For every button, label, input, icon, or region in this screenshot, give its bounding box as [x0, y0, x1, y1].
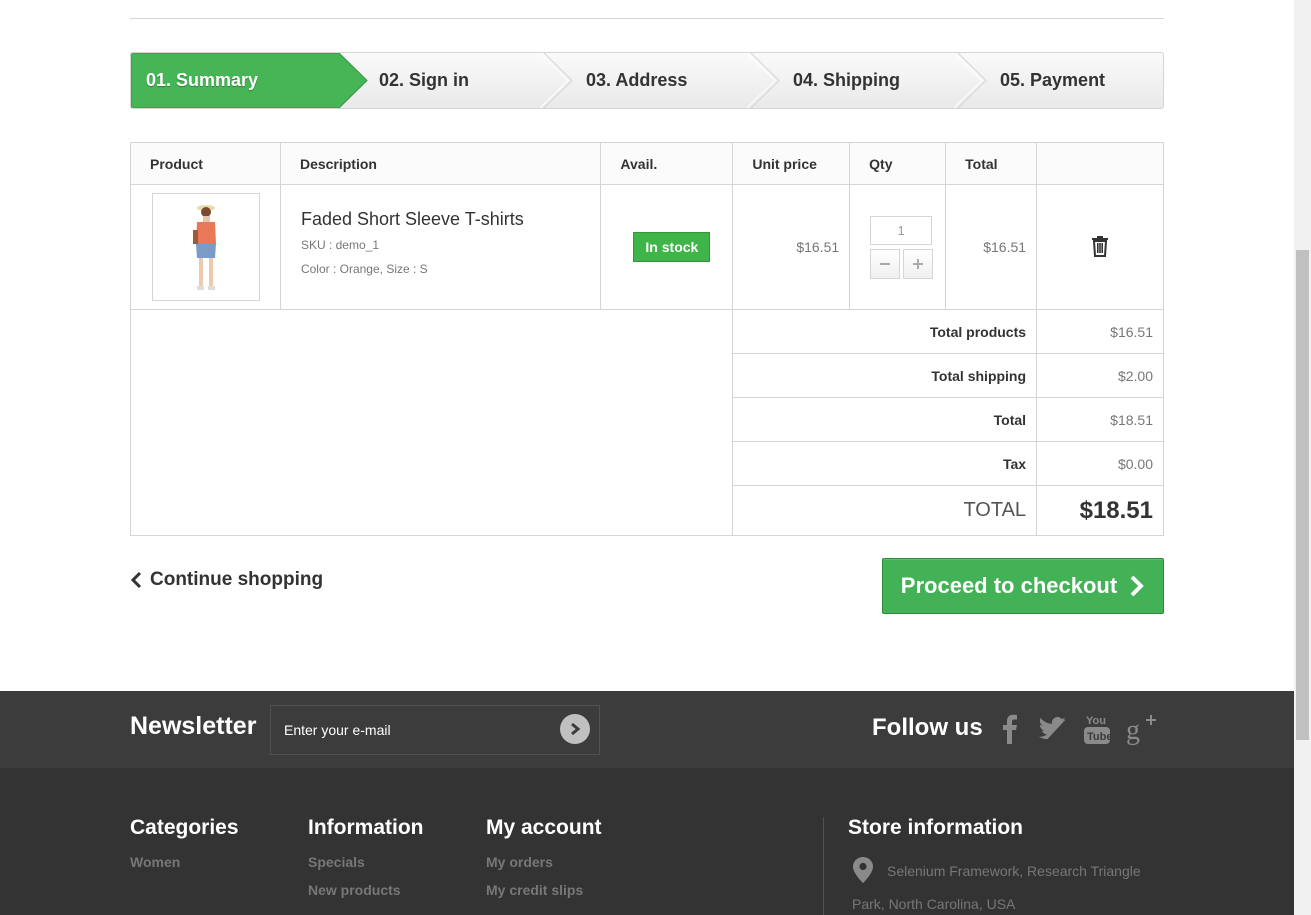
twitter-icon[interactable]	[1035, 709, 1071, 749]
footer-link-new-products[interactable]: New products	[308, 882, 424, 898]
footer-categories: Categories Women	[130, 816, 239, 882]
product-name-link[interactable]: Faded Short Sleeve T-shirts	[301, 209, 599, 230]
step-label: 03. Address	[586, 70, 688, 90]
availability-cell: In stock	[600, 184, 734, 310]
facebook-icon[interactable]	[992, 709, 1028, 749]
follow-us-title: Follow us	[872, 714, 983, 741]
continue-shopping-label: Continue shopping	[150, 569, 324, 590]
top-divider	[130, 18, 1164, 19]
footer-link-women[interactable]: Women	[130, 854, 239, 870]
total-shipping-label: Total shipping	[732, 353, 1038, 398]
trash-icon[interactable]	[1091, 235, 1109, 257]
footer-link-specials[interactable]: Specials	[308, 854, 424, 870]
total-label: Total	[732, 397, 1038, 442]
tax-label: Tax	[732, 441, 1038, 486]
product-sku: SKU : demo_1	[300, 237, 379, 252]
qty-cell: 1	[849, 184, 947, 310]
svg-text:You: You	[1086, 715, 1106, 727]
store-address-line-1: Selenium Framework, Research Triangle	[887, 863, 1141, 879]
scrollbar-thumb[interactable]	[1296, 250, 1309, 740]
total-value: $18.51	[1036, 397, 1164, 442]
step-label: 02. Sign in	[379, 70, 470, 90]
footer-information-title: Information	[308, 816, 424, 839]
footer-store-information: Store information	[848, 816, 1023, 854]
header-product: Product	[130, 142, 281, 185]
step-label: 05. Payment	[1000, 70, 1106, 90]
quantity-increase-button[interactable]	[903, 248, 934, 279]
quantity-input[interactable]: 1	[870, 215, 933, 245]
step-label: 04. Shipping	[793, 70, 901, 90]
newsletter-title: Newsletter	[130, 712, 257, 740]
google-plus-icon[interactable]: g	[1123, 709, 1159, 749]
product-image-cell	[130, 184, 281, 310]
step-payment[interactable]: 05. Payment	[958, 53, 1163, 108]
arrow-right-icon	[571, 722, 581, 736]
header-availability: Avail.	[600, 142, 734, 185]
summary-empty-area	[129, 309, 734, 536]
map-marker-icon	[853, 857, 873, 883]
header-delete	[1036, 142, 1164, 185]
product-description-cell: Faded Short Sleeve T-shirts SKU : demo_1…	[279, 184, 602, 310]
youtube-icon[interactable]: You Tube	[1079, 709, 1115, 749]
newsletter-email-input[interactable]: Enter your e-mail	[270, 705, 600, 755]
footer-categories-title: Categories	[130, 816, 239, 839]
grand-total-label: TOTAL	[732, 485, 1038, 536]
proceed-to-checkout-button[interactable]: Proceed to checkout	[882, 558, 1164, 614]
footer-link-my-orders[interactable]: My orders	[486, 854, 602, 870]
header-unit-price: Unit price	[732, 142, 851, 185]
product-thumbnail[interactable]	[152, 193, 260, 301]
footer-my-account-title: My account	[486, 816, 602, 839]
checkout-steps: 01. Summary 02. Sign in 03. Address 04. …	[130, 52, 1164, 109]
footer-information: Information Specials New products	[308, 816, 424, 910]
header-description: Description	[279, 142, 602, 185]
total-shipping-value: $2.00	[1036, 353, 1164, 398]
step-address[interactable]: 03. Address	[544, 53, 784, 108]
chevron-left-icon	[130, 571, 142, 589]
chevron-right-icon	[1130, 575, 1145, 597]
minus-icon	[880, 262, 891, 265]
unit-price-cell: $16.51	[732, 184, 851, 310]
product-image	[193, 205, 216, 290]
step-label: 01. Summary	[146, 70, 259, 90]
svg-text:g: g	[1126, 715, 1140, 746]
footer-my-account: My account My orders My credit slips	[486, 816, 602, 910]
header-total: Total	[945, 142, 1038, 185]
checkout-label: Proceed to checkout	[900, 573, 1118, 598]
tax-value: $0.00	[1036, 441, 1164, 486]
step-sign-in[interactable]: 02. Sign in	[337, 53, 577, 108]
step-shipping[interactable]: 04. Shipping	[751, 53, 991, 108]
delete-cell	[1036, 184, 1164, 310]
stock-status-badge: In stock	[633, 232, 711, 262]
line-total-cell: $16.51	[945, 184, 1038, 310]
table-row: Faded Short Sleeve T-shirts SKU : demo_1…	[130, 184, 1164, 310]
header-qty: Qty	[849, 142, 947, 185]
cart-table: Product Description Avail. Unit price Qt…	[129, 142, 1164, 536]
summary-row-total-products: Total products $16.51	[129, 309, 1164, 536]
footer-divider	[823, 817, 824, 915]
step-summary[interactable]: 01. Summary	[131, 53, 371, 108]
continue-shopping-link[interactable]: Continue shopping	[130, 569, 323, 591]
total-products-label: Total products	[732, 309, 1038, 354]
plus-icon	[913, 258, 924, 269]
store-address-line-2: Park, North Carolina, USA	[852, 896, 1016, 912]
cart-header-row: Product Description Avail. Unit price Qt…	[130, 142, 1164, 185]
grand-total-value: $18.51	[1036, 485, 1164, 536]
svg-text:Tube: Tube	[1087, 731, 1112, 743]
product-attributes[interactable]: Color : Orange, Size : S	[301, 262, 599, 276]
footer-link-my-credit-slips[interactable]: My credit slips	[486, 882, 602, 898]
newsletter-submit-button[interactable]	[560, 714, 590, 744]
footer-store-title: Store information	[848, 816, 1024, 839]
quantity-decrease-button[interactable]	[870, 248, 901, 279]
total-products-value: $16.51	[1036, 309, 1164, 354]
newsletter-placeholder: Enter your e-mail	[284, 722, 391, 738]
